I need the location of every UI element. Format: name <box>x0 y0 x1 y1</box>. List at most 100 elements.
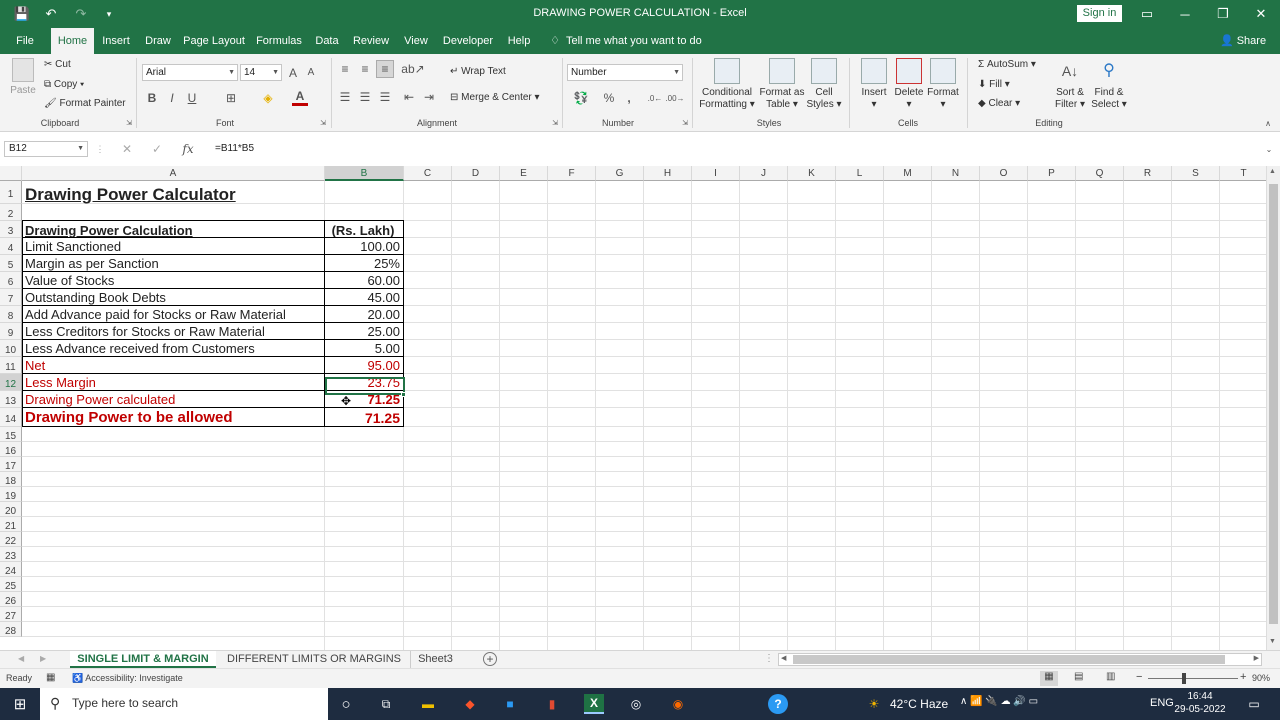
row-header[interactable]: 13 <box>0 391 22 408</box>
clock[interactable]: 16:44 29-05-2022 <box>1170 690 1230 716</box>
column-header[interactable]: O <box>980 166 1028 181</box>
fill-color-icon[interactable]: ◈ <box>260 90 276 106</box>
column-header[interactable]: T <box>1220 166 1266 181</box>
scroll-left-icon[interactable]: ◀ <box>781 654 786 662</box>
column-header[interactable]: H <box>644 166 692 181</box>
row-header[interactable]: 8 <box>0 306 22 323</box>
line-value[interactable]: 20.00 <box>326 307 402 323</box>
file-explorer-icon[interactable]: ▬ <box>418 694 438 714</box>
horizontal-scrollbar[interactable]: ◀ ▶ <box>778 653 1262 666</box>
column-header[interactable]: Q <box>1076 166 1124 181</box>
row-header[interactable]: 6 <box>0 272 22 289</box>
line-value[interactable]: 5.00 <box>326 341 402 357</box>
delete-cells-button[interactable]: Delete ▾ <box>892 58 926 111</box>
column-header[interactable]: K <box>788 166 836 181</box>
zoom-in-icon[interactable]: + <box>1240 671 1246 683</box>
zoom-slider[interactable] <box>1148 678 1238 679</box>
share-button[interactable]: 👤 Share <box>1218 28 1268 54</box>
column-header[interactable]: A <box>22 166 325 181</box>
conditional-formatting-button[interactable]: Conditional Formatting ▾ <box>697 58 757 111</box>
font-name-select[interactable]: Arial ▼ <box>142 64 238 81</box>
collapse-ribbon-icon[interactable]: ∧ <box>1262 118 1274 128</box>
tab-view[interactable]: View <box>398 28 434 54</box>
line-value[interactable]: 60.00 <box>326 273 402 289</box>
row-header[interactable]: 27 <box>0 607 22 622</box>
align-right-icon[interactable]: ☰ <box>378 90 392 104</box>
row-header[interactable]: 26 <box>0 592 22 607</box>
column-header[interactable]: L <box>836 166 884 181</box>
sheet-tab-single-limit[interactable]: SINGLE LIMIT & MARGIN <box>70 651 216 668</box>
row-header[interactable]: 28 <box>0 622 22 637</box>
bold-button[interactable]: B <box>146 90 158 106</box>
tab-home[interactable]: Home <box>51 28 94 54</box>
store-app-icon[interactable]: ■ <box>500 694 520 714</box>
line-label[interactable]: Drawing Power calculated <box>24 392 324 408</box>
row-header[interactable]: 16 <box>0 442 22 457</box>
windows-start-icon[interactable]: ⊞ <box>10 694 30 714</box>
column-header[interactable]: C <box>404 166 452 181</box>
line-label[interactable]: Limit Sanctioned <box>24 239 324 255</box>
merge-center-button[interactable]: ⊟ Merge & Center ▾ <box>450 92 540 103</box>
vertical-scroll-thumb[interactable] <box>1269 184 1278 624</box>
sign-in-button[interactable]: Sign in <box>1077 5 1122 22</box>
row-header[interactable]: 19 <box>0 487 22 502</box>
line-value[interactable]: 100.00 <box>326 239 402 255</box>
row-header[interactable]: 2 <box>0 204 22 221</box>
alignment-launcher-icon[interactable]: ⇲ <box>550 118 560 128</box>
row-header[interactable]: 9 <box>0 323 22 340</box>
zoom-out-icon[interactable]: − <box>1136 671 1142 683</box>
column-header[interactable]: P <box>1028 166 1076 181</box>
line-value[interactable]: 95.00 <box>326 358 402 374</box>
orientation-icon[interactable]: ab↗ <box>401 62 424 76</box>
font-color-icon[interactable]: A <box>292 88 308 106</box>
prev-sheet-icon[interactable]: ◀ <box>18 654 24 663</box>
decrease-font-icon[interactable]: A <box>304 64 318 81</box>
pdf-app-icon[interactable]: ▮ <box>542 694 562 714</box>
select-all-corner[interactable] <box>0 166 22 181</box>
row-header[interactable]: 10 <box>0 340 22 357</box>
line-label[interactable]: Outstanding Book Debts <box>24 290 324 306</box>
row-header[interactable]: 5 <box>0 255 22 272</box>
worksheet-grid[interactable]: ABCDEFGHIJKLMNOPQRST 1 2 3 4 5 6 7 8 9 10 11 12 13 14… <box>0 166 1266 650</box>
column-header[interactable]: F <box>548 166 596 181</box>
row-header[interactable]: 15 <box>0 427 22 442</box>
align-middle-icon[interactable]: ≡ <box>358 62 372 76</box>
insert-function-button[interactable]: fx <box>180 141 196 157</box>
copy-button[interactable]: ⧉ Copy ▾ <box>44 79 84 90</box>
row-header[interactable]: 24 <box>0 562 22 577</box>
tab-file[interactable]: File <box>8 28 42 54</box>
zoom-level[interactable]: 90% <box>1252 673 1270 683</box>
insert-cells-button[interactable]: Insert ▾ <box>856 58 892 111</box>
align-bottom-icon[interactable]: ≡ <box>376 60 394 78</box>
help-icon[interactable]: ? <box>768 694 788 714</box>
borders-icon[interactable]: ⊞ <box>222 90 240 106</box>
line-label[interactable]: Less Margin <box>24 375 324 391</box>
brave-browser-icon[interactable]: ◆ <box>460 694 480 714</box>
column-header[interactable]: D <box>452 166 500 181</box>
underline-button[interactable]: U <box>186 90 198 106</box>
formula-bar-splitter-icon[interactable]: ⋮ <box>96 141 105 157</box>
page-break-view-icon[interactable]: ▥ <box>1106 671 1115 682</box>
row-header[interactable]: 3 <box>0 221 22 238</box>
align-center-icon[interactable]: ☰ <box>358 90 372 104</box>
autosum-button[interactable]: Σ AutoSum ▾ <box>978 59 1036 70</box>
line-label[interactable]: Value of Stocks <box>24 273 324 289</box>
zoom-slider-thumb[interactable] <box>1182 673 1186 684</box>
confirm-entry-icon[interactable]: ✓ <box>150 141 164 157</box>
tab-draw[interactable]: Draw <box>140 28 176 54</box>
row-header[interactable]: 21 <box>0 517 22 532</box>
line-label[interactable]: Less Advance received from Customers <box>24 341 324 357</box>
line-label[interactable]: Add Advance paid for Stocks or Raw Mater… <box>24 307 324 323</box>
column-header[interactable]: B <box>325 166 404 181</box>
percent-button[interactable]: % <box>602 90 616 106</box>
tab-page-layout[interactable]: Page Layout <box>182 28 246 54</box>
decrease-decimal-icon[interactable]: .00→ <box>665 90 684 106</box>
font-size-select[interactable]: 14 ▼ <box>240 64 282 81</box>
column-header[interactable]: R <box>1124 166 1172 181</box>
wrap-text-button[interactable]: ↵ Wrap Text <box>450 66 506 77</box>
task-view-icon[interactable]: ⧉ <box>376 694 396 714</box>
line-value[interactable]: 71.25 <box>326 409 402 427</box>
row-header[interactable]: 25 <box>0 577 22 592</box>
row-header[interactable]: 20 <box>0 502 22 517</box>
scroll-up-icon[interactable]: ▲ <box>1269 168 1276 175</box>
